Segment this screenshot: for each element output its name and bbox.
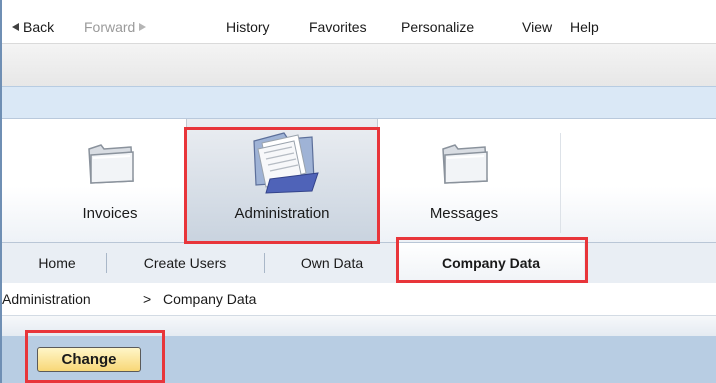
second-level-tabs: Home Create Users Own Data Company Data [2, 242, 716, 284]
menu-help[interactable]: Help [570, 19, 599, 35]
header-band [2, 86, 716, 119]
menu-personalize[interactable]: Personalize [401, 19, 474, 35]
nav-item-label: Invoices [82, 205, 138, 222]
top-level-navigation: Invoices Administration Messages [2, 119, 716, 242]
tab-divider [106, 253, 107, 273]
breadcrumb-current: Company Data [163, 291, 257, 307]
nav-item-label: Administration [234, 205, 330, 222]
tab-create-users[interactable]: Create Users [114, 243, 256, 283]
breadcrumb-separator: > [143, 291, 152, 307]
nav-divider [560, 133, 561, 233]
tab-home[interactable]: Home [16, 243, 98, 283]
toolbar-area [2, 43, 716, 86]
back-button[interactable]: Back [12, 19, 54, 35]
nav-item-label: Messages [429, 205, 499, 222]
nav-item-messages[interactable]: Messages [404, 119, 524, 242]
change-button[interactable]: Change [37, 347, 141, 372]
tab-own-data[interactable]: Own Data [272, 243, 392, 283]
tab-company-data[interactable]: Company Data [398, 243, 584, 283]
breadcrumb: Administration > Company Data [2, 283, 716, 316]
forward-arrow-icon [139, 23, 147, 31]
menu-favorites[interactable]: Favorites [309, 19, 367, 35]
back-arrow-icon [12, 23, 19, 31]
folder-icon [88, 144, 134, 184]
tab-divider [264, 253, 265, 273]
forward-label: Forward [84, 19, 136, 35]
breadcrumb-parent[interactable]: Administration [2, 283, 91, 315]
nav-item-administration[interactable]: Administration [186, 119, 378, 242]
back-label: Back [23, 19, 55, 35]
folder-icon [442, 144, 488, 184]
menu-bar: Back Forward History Favorites Personali… [2, 0, 716, 43]
forward-button[interactable]: Forward [84, 19, 147, 35]
content-header [2, 316, 716, 336]
documents-icon [253, 132, 319, 194]
nav-item-invoices[interactable]: Invoices [50, 119, 170, 242]
menu-history[interactable]: History [226, 19, 270, 35]
menu-view[interactable]: View [522, 19, 552, 35]
